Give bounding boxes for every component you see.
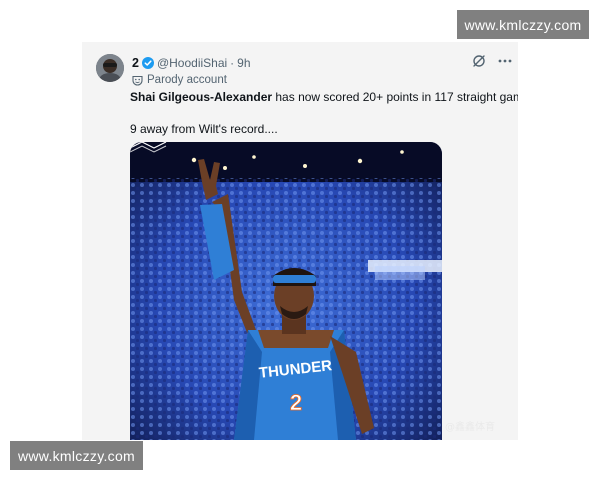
tweet-text: Shai Gilgeous-Alexander has now scored 2… xyxy=(130,90,518,104)
tweet-photo[interactable]: THUNDER 2 xyxy=(130,142,442,440)
watermark-bottom: www.kmlczzy.com xyxy=(10,441,143,470)
parody-label-text: Parody account xyxy=(147,74,227,86)
tweet-text-bold: Shai Gilgeous-Alexander xyxy=(130,90,273,104)
more-options-icon[interactable] xyxy=(498,59,512,63)
watermark-top: www.kmlczzy.com xyxy=(457,10,589,39)
display-name[interactable]: 2 xyxy=(132,56,139,70)
tweet-card[interactable]: 2 @HoodiiShai · 9h Parody account Shai G… xyxy=(82,42,518,440)
parody-mask-icon xyxy=(132,75,143,86)
tweet-actions xyxy=(472,54,512,68)
verified-badge-icon xyxy=(141,57,154,69)
tweet-header: 2 @HoodiiShai · 9h xyxy=(132,54,251,72)
grok-icon[interactable] xyxy=(472,54,486,68)
tweet-timestamp[interactable]: 9h xyxy=(237,56,250,70)
parody-label: Parody account xyxy=(132,72,227,88)
avatar[interactable] xyxy=(96,54,124,82)
tweet-text-line2: 9 away from Wilt's record.... xyxy=(130,122,278,136)
tweet-text-rest: has now scored 20+ points in 117 straigh… xyxy=(272,90,518,104)
jersey-number-text: 2 xyxy=(290,390,302,415)
separator-dot: · xyxy=(230,56,235,70)
user-handle[interactable]: @HoodiiShai xyxy=(157,56,227,70)
image-credit: @鑫鑫体育 xyxy=(445,422,495,433)
